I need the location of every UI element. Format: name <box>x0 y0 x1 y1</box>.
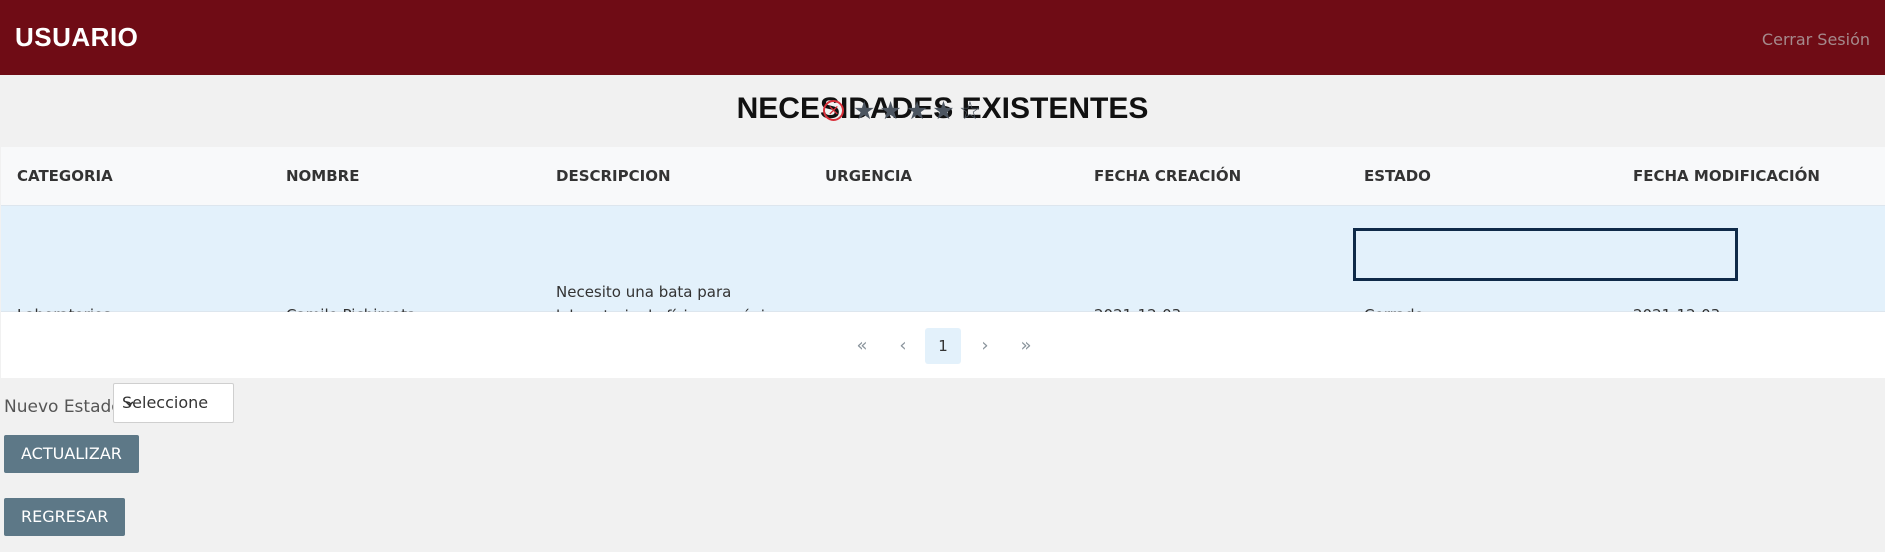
col-header-nombre[interactable]: NOMBRE <box>286 167 359 185</box>
selected-row-highlight <box>1353 228 1738 281</box>
col-header-fecha-creacion[interactable]: FECHA CREACIÓN <box>1094 167 1241 185</box>
star-icon[interactable]: ★ <box>853 98 875 123</box>
update-button[interactable]: ACTUALIZAR <box>4 435 139 473</box>
page-button-current[interactable]: 1 <box>925 328 961 364</box>
star-icon[interactable]: ★ <box>879 98 901 123</box>
col-header-fecha-modificacion[interactable]: FECHA MODIFICACIÓN <box>1633 167 1820 185</box>
first-page-icon[interactable]: « <box>844 328 880 364</box>
star-icon[interactable]: ★ <box>906 98 928 123</box>
col-header-estado[interactable]: ESTADO <box>1364 167 1431 185</box>
estado-label: Nuevo Estado: <box>4 397 128 417</box>
star-icon[interactable]: ★ <box>932 98 954 123</box>
cancel-circle-icon[interactable]: × <box>823 100 844 121</box>
chevron-down-icon: ⌄ <box>122 390 138 411</box>
prev-page-icon[interactable]: ‹ <box>885 328 921 364</box>
next-page-icon[interactable]: › <box>967 328 1003 364</box>
star-outline-icon[interactable]: ☆ <box>959 98 981 123</box>
logout-link[interactable]: Cerrar Sesión <box>1762 30 1870 49</box>
last-page-icon[interactable]: » <box>1008 328 1044 364</box>
estado-select[interactable]: Seleccione ⌄ <box>113 383 234 423</box>
col-header-descripcion[interactable]: DESCRIPCION <box>556 167 671 185</box>
app-brand: USUARIO <box>15 22 139 52</box>
urgency-rating[interactable]: × ★ ★ ★ ★ ☆ <box>823 98 981 123</box>
col-header-categoria[interactable]: CATEGORIA <box>17 167 113 185</box>
top-navbar: USUARIO Cerrar Sesión <box>0 0 1885 75</box>
pagination: « ‹ 1 › » <box>1 312 1885 378</box>
back-button[interactable]: REGRESAR <box>4 498 126 536</box>
col-header-urgencia[interactable]: URGENCIA <box>825 167 912 185</box>
table-header: CATEGORIA NOMBRE DESCRIPCION URGENCIA FE… <box>1 147 1885 205</box>
